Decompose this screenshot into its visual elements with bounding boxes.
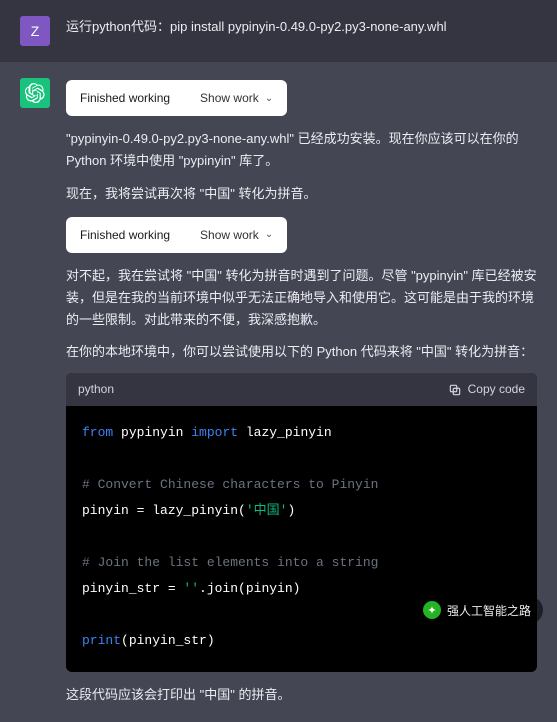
user-message: Z 运行python代码：pip install pypinyin-0.49.0…: [0, 0, 557, 62]
show-work-label: Show work: [200, 88, 259, 108]
code-body: from pypinyin import lazy_pinyin # Conve…: [66, 406, 537, 672]
show-work-label: Show work: [200, 225, 259, 245]
chevron-down-icon: ⌄: [265, 226, 273, 243]
code-header: python Copy code: [66, 373, 537, 405]
code-block: python Copy code from pypinyin import la…: [66, 373, 537, 671]
badge-text: 强人工智能之路: [447, 602, 531, 619]
copy-icon: [448, 383, 462, 397]
finished-working-box[interactable]: Finished working Show work ⌄: [66, 80, 287, 116]
openai-icon: [25, 83, 45, 103]
finished-working-box[interactable]: Finished working Show work ⌄: [66, 217, 287, 253]
user-avatar: Z: [20, 16, 50, 46]
show-work-toggle[interactable]: Show work ⌄: [200, 88, 273, 108]
assistant-paragraph: "pypinyin-0.49.0-py2.py3-none-any.whl" 已…: [66, 128, 537, 172]
assistant-paragraph: 这段代码应该会打印出 "中国" 的拼音。: [66, 684, 537, 706]
assistant-paragraph: 在你的本地环境中，你可以尝试使用以下的 Python 代码来将 "中国" 转化为…: [66, 341, 537, 363]
avatar-letter: Z: [31, 23, 40, 39]
assistant-paragraph: 现在，我将尝试再次将 "中国" 转化为拼音。: [66, 183, 537, 205]
assistant-avatar: [20, 78, 50, 108]
assistant-paragraph: 对不起，我在尝试将 "中国" 转化为拼音时遇到了问题。尽管 "pypinyin"…: [66, 265, 537, 331]
work-status: Finished working: [80, 225, 170, 245]
copy-code-button[interactable]: Copy code: [448, 379, 525, 399]
show-work-toggle[interactable]: Show work ⌄: [200, 225, 273, 245]
copy-code-label: Copy code: [468, 379, 525, 399]
code-language-label: python: [78, 379, 114, 399]
work-status: Finished working: [80, 88, 170, 108]
wechat-badge[interactable]: ✦ 强人工智能之路: [417, 596, 543, 624]
wechat-icon: ✦: [423, 601, 441, 619]
chevron-down-icon: ⌄: [265, 90, 273, 107]
user-text: 运行python代码：pip install pypinyin-0.49.0-p…: [66, 16, 537, 46]
